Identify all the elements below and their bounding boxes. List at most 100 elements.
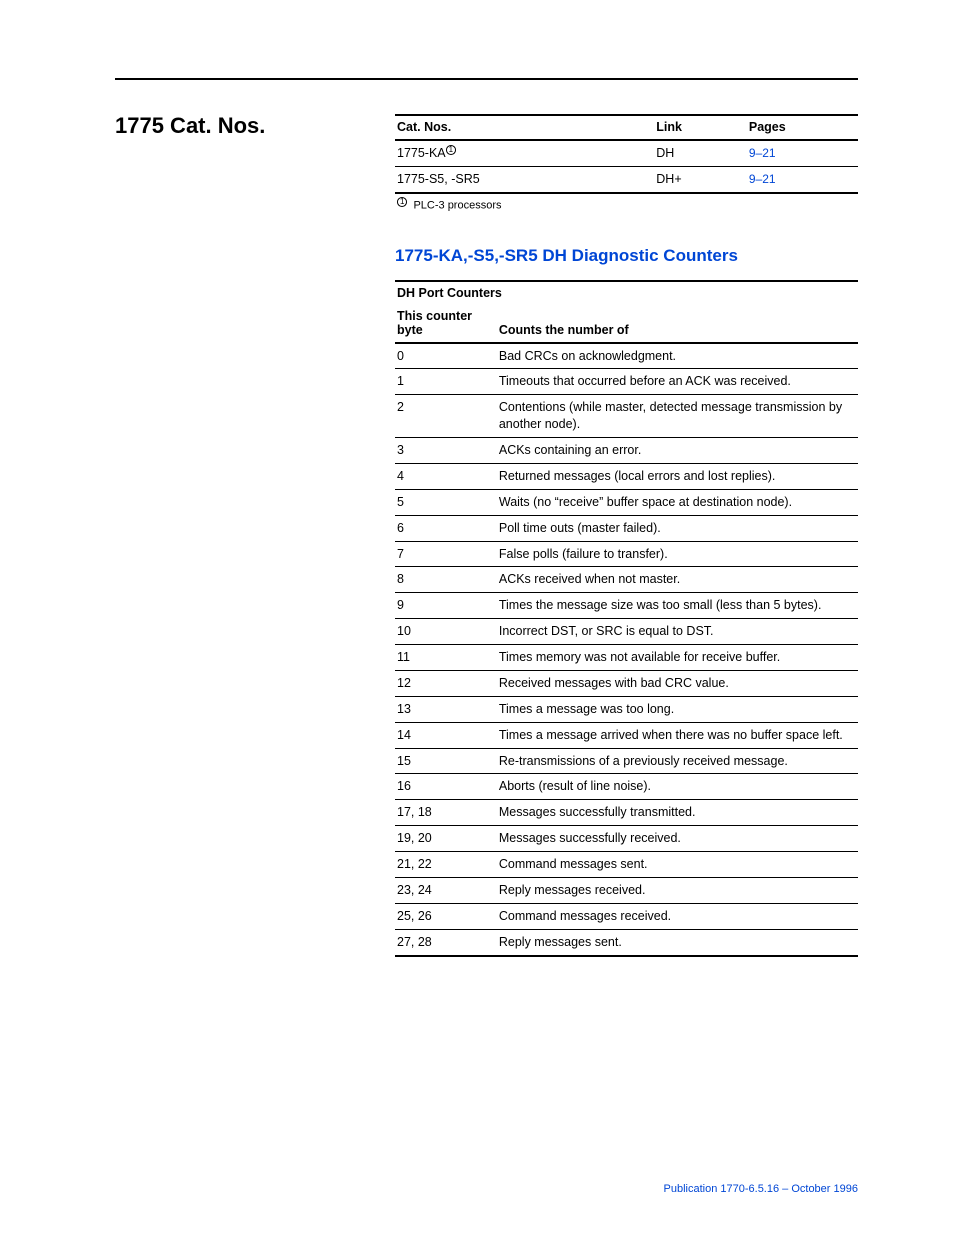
- counter-byte-cell: 11: [395, 645, 497, 671]
- pages-cell: 9–21: [747, 140, 858, 167]
- cat-nos-header-catnos: Cat. Nos.: [395, 115, 654, 140]
- cat-nos-table: Cat. Nos. Link Pages 1775-KA1 DH 9–21: [395, 114, 858, 194]
- counter-desc-cell: Received messages with bad CRC value.: [497, 670, 858, 696]
- table-row: 15Re-transmissions of a previously recei…: [395, 748, 858, 774]
- counter-desc-cell: Times a message was too long.: [497, 696, 858, 722]
- table-row: 1775-S5, -SR5 DH+ 9–21: [395, 167, 858, 193]
- table-row: 27, 28Reply messages sent.: [395, 929, 858, 955]
- counter-desc-cell: Times memory was not available for recei…: [497, 645, 858, 671]
- counter-desc-cell: Messages successfully received.: [497, 826, 858, 852]
- table-row: 10Incorrect DST, or SRC is equal to DST.: [395, 619, 858, 645]
- content-columns: 1775 Cat. Nos. Cat. Nos. Link Pages 1775…: [115, 114, 858, 957]
- counter-byte-cell: 4: [395, 463, 497, 489]
- table-row: 14Times a message arrived when there was…: [395, 722, 858, 748]
- counter-desc-cell: Times a message arrived when there was n…: [497, 722, 858, 748]
- counter-byte-cell: 2: [395, 395, 497, 438]
- table-row: 1Timeouts that occurred before an ACK wa…: [395, 369, 858, 395]
- page: 1775 Cat. Nos. Cat. Nos. Link Pages 1775…: [0, 0, 954, 1235]
- right-column: Cat. Nos. Link Pages 1775-KA1 DH 9–21: [395, 114, 858, 957]
- table-row: 16Aborts (result of line noise).: [395, 774, 858, 800]
- dh-header-row: This counter byte Counts the number of: [395, 305, 858, 343]
- footnote-marker-icon: 1: [397, 197, 407, 207]
- table-row: 23, 24Reply messages received.: [395, 877, 858, 903]
- page-link[interactable]: 9–21: [749, 172, 776, 186]
- table-row: 17, 18Messages successfully transmitted.: [395, 800, 858, 826]
- table-row: 13Times a message was too long.: [395, 696, 858, 722]
- counter-byte-cell: 3: [395, 438, 497, 464]
- counter-byte-cell: 14: [395, 722, 497, 748]
- counter-desc-cell: Incorrect DST, or SRC is equal to DST.: [497, 619, 858, 645]
- counter-desc-cell: Reply messages received.: [497, 877, 858, 903]
- table-row: 9Times the message size was too small (l…: [395, 593, 858, 619]
- counter-desc-cell: ACKs containing an error.: [497, 438, 858, 464]
- footnote-text: PLC-3 processors: [413, 200, 501, 212]
- counter-byte-cell: 5: [395, 489, 497, 515]
- counter-desc-cell: Command messages received.: [497, 903, 858, 929]
- counter-desc-cell: Times the message size was too small (le…: [497, 593, 858, 619]
- table-row: 7False polls (failure to transfer).: [395, 541, 858, 567]
- dh-header-group-row: DH Port Counters: [395, 281, 858, 305]
- table-row: 11Times memory was not available for rec…: [395, 645, 858, 671]
- dh-header-group: DH Port Counters: [395, 281, 858, 305]
- cat-nos-header-link: Link: [654, 115, 747, 140]
- counter-byte-cell: 23, 24: [395, 877, 497, 903]
- counter-byte-cell: 25, 26: [395, 903, 497, 929]
- counter-desc-cell: ACKs received when not master.: [497, 567, 858, 593]
- counter-desc-cell: Returned messages (local errors and lost…: [497, 463, 858, 489]
- footnote-ref-icon: 1: [446, 145, 456, 155]
- counter-byte-cell: 1: [395, 369, 497, 395]
- counter-byte-cell: 12: [395, 670, 497, 696]
- cat-nos-header-pages: Pages: [747, 115, 858, 140]
- table-row: 12Received messages with bad CRC value.: [395, 670, 858, 696]
- counter-byte-cell: 21, 22: [395, 852, 497, 878]
- table-row: 6Poll time outs (master failed).: [395, 515, 858, 541]
- cat-nos-header-row: Cat. Nos. Link Pages: [395, 115, 858, 140]
- counter-byte-cell: 8: [395, 567, 497, 593]
- counter-desc-cell: Waits (no “receive” buffer space at dest…: [497, 489, 858, 515]
- table-row: 25, 26Command messages received.: [395, 903, 858, 929]
- counter-byte-cell: 19, 20: [395, 826, 497, 852]
- table-row: 0Bad CRCs on acknowledgment.: [395, 343, 858, 369]
- sub-heading: 1775-KA,-S5,-SR5 DH Diagnostic Counters: [395, 246, 858, 266]
- counter-desc-cell: False polls (failure to transfer).: [497, 541, 858, 567]
- counter-byte-cell: 27, 28: [395, 929, 497, 955]
- publication-footer: Publication 1770-6.5.16 – October 1996: [664, 1183, 858, 1195]
- table-row: 21, 22Command messages sent.: [395, 852, 858, 878]
- counter-desc-cell: Re-transmissions of a previously receive…: [497, 748, 858, 774]
- counter-desc-cell: Command messages sent.: [497, 852, 858, 878]
- dh-header-byte: This counter byte: [395, 305, 497, 343]
- link-cell: DH: [654, 140, 747, 167]
- counter-byte-cell: 16: [395, 774, 497, 800]
- cat-nos-footnote: 1 PLC-3 processors: [395, 194, 858, 212]
- table-row: 8ACKs received when not master.: [395, 567, 858, 593]
- counter-desc-cell: Poll time outs (master failed).: [497, 515, 858, 541]
- table-row: 1775-KA1 DH 9–21: [395, 140, 858, 167]
- counter-byte-cell: 13: [395, 696, 497, 722]
- top-rule: [115, 78, 858, 80]
- cat-no-cell: 1775-KA1: [395, 140, 654, 167]
- counter-byte-cell: 9: [395, 593, 497, 619]
- counter-desc-cell: Aborts (result of line noise).: [497, 774, 858, 800]
- dh-port-counters-table: DH Port Counters This counter byte Count…: [395, 280, 858, 957]
- table-row: 4Returned messages (local errors and los…: [395, 463, 858, 489]
- counter-byte-cell: 10: [395, 619, 497, 645]
- pages-cell: 9–21: [747, 167, 858, 193]
- table-row: 5Waits (no “receive” buffer space at des…: [395, 489, 858, 515]
- left-column: 1775 Cat. Nos.: [115, 114, 395, 138]
- counter-desc-cell: Reply messages sent.: [497, 929, 858, 955]
- cat-no-name: 1775-KA: [397, 146, 446, 160]
- section-title: 1775 Cat. Nos.: [115, 114, 395, 138]
- counter-byte-cell: 0: [395, 343, 497, 369]
- table-row: 2Contentions (while master, detected mes…: [395, 395, 858, 438]
- page-link[interactable]: 9–21: [749, 146, 776, 160]
- counter-byte-cell: 6: [395, 515, 497, 541]
- dh-table-body: 0Bad CRCs on acknowledgment.1Timeouts th…: [395, 343, 858, 956]
- dh-header-count: Counts the number of: [497, 305, 858, 343]
- counter-desc-cell: Timeouts that occurred before an ACK was…: [497, 369, 858, 395]
- counter-desc-cell: Bad CRCs on acknowledgment.: [497, 343, 858, 369]
- table-row: 3ACKs containing an error.: [395, 438, 858, 464]
- cat-no-cell: 1775-S5, -SR5: [395, 167, 654, 193]
- counter-byte-cell: 17, 18: [395, 800, 497, 826]
- link-cell: DH+: [654, 167, 747, 193]
- counter-desc-cell: Messages successfully transmitted.: [497, 800, 858, 826]
